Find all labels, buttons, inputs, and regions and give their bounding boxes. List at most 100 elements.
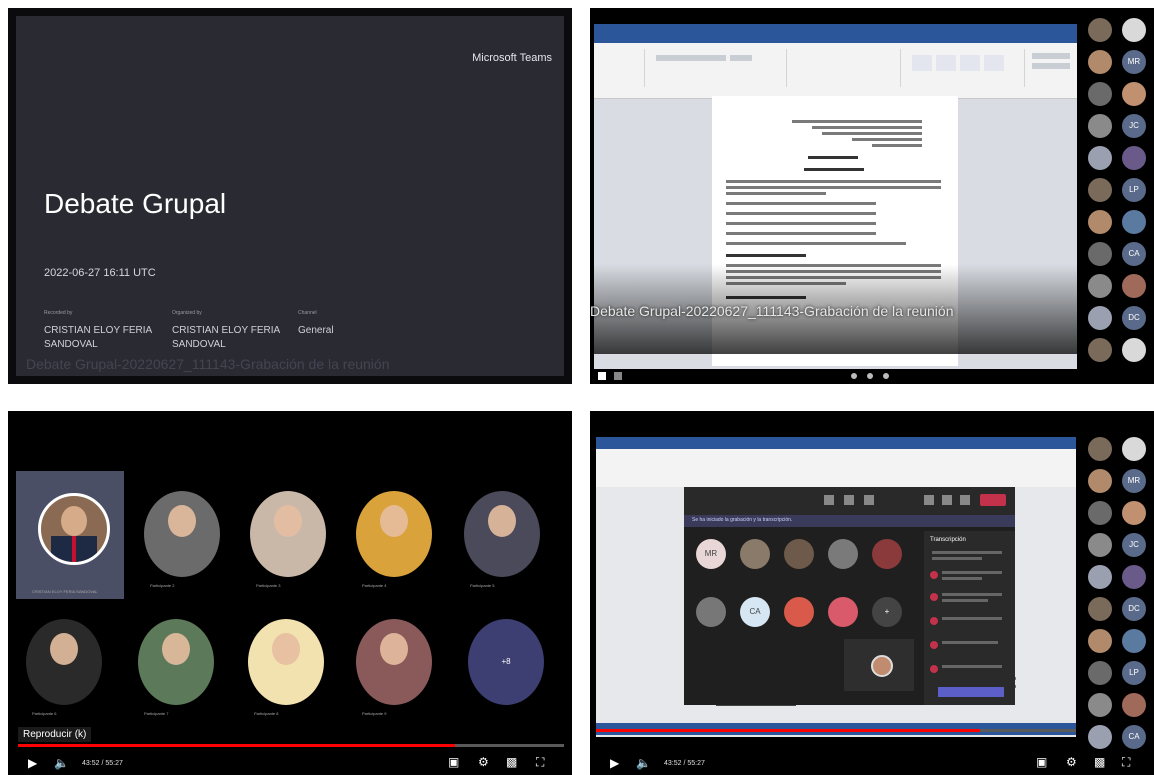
gallery-participant[interactable] — [1088, 146, 1112, 170]
participants-grid-panel: CRISTIAN ELOY FERIA SANDOVAL Participant… — [8, 411, 572, 775]
gallery-participant[interactable]: MR — [1122, 469, 1146, 493]
gallery-participant[interactable] — [1088, 661, 1112, 685]
gallery-participant[interactable] — [1122, 146, 1146, 170]
gallery-participant[interactable] — [1088, 597, 1112, 621]
gallery-participant[interactable]: LP — [1122, 661, 1146, 685]
progress-fill — [596, 729, 980, 732]
transcript-action-button[interactable] — [938, 687, 1004, 697]
gallery-participant[interactable] — [1088, 18, 1112, 42]
teams-participant-tile[interactable]: CA — [740, 597, 770, 627]
column-value: CRISTIAN ELOY FERIA SANDOVAL — [44, 325, 152, 350]
replace-button[interactable] — [1032, 63, 1070, 69]
teams-participant-tile[interactable] — [784, 597, 814, 627]
participant-avatar[interactable] — [144, 491, 220, 577]
gallery-participant[interactable]: DC — [1122, 597, 1146, 621]
gallery-participant[interactable] — [1122, 210, 1146, 234]
teams-title-card: Microsoft Teams Debate Grupal 2022-06-27… — [16, 16, 564, 376]
player-controls: ▶ 🔈 43:52 / 55:27 ▣ ⚙ ▩ ⛶ — [8, 749, 572, 775]
gallery-participant[interactable] — [1088, 114, 1112, 138]
speaker-name: CRISTIAN ELOY FERIA SANDOVAL — [32, 589, 98, 594]
gallery-participant[interactable]: JC — [1122, 533, 1146, 557]
gallery-participant[interactable] — [1122, 18, 1146, 42]
gallery-participant[interactable]: MR — [1122, 50, 1146, 74]
participant-avatar[interactable] — [356, 619, 432, 705]
gallery-participant[interactable] — [1088, 565, 1112, 589]
gallery-participant[interactable]: JC — [1122, 114, 1146, 138]
gallery-participant[interactable] — [1088, 501, 1112, 525]
gallery-participant[interactable] — [1088, 82, 1112, 106]
teams-participant-tile[interactable]: MR — [696, 539, 726, 569]
gallery-participant[interactable] — [1088, 437, 1112, 461]
settings-icon[interactable]: ⚙ — [1066, 755, 1077, 769]
gallery-participant[interactable] — [1122, 565, 1146, 589]
gallery-participant[interactable] — [1088, 469, 1112, 493]
gallery-participant[interactable] — [1122, 501, 1146, 525]
gallery-participant[interactable] — [1088, 274, 1112, 298]
participant-avatar[interactable] — [250, 491, 326, 577]
play-icon[interactable]: ▶ — [610, 756, 619, 770]
teams-participant-tile[interactable] — [740, 539, 770, 569]
miniplayer-icon[interactable]: ▩ — [506, 755, 517, 769]
participant-avatar[interactable] — [356, 491, 432, 577]
mic-icon — [851, 373, 857, 379]
progress-bar[interactable] — [596, 729, 1076, 732]
subtitles-icon[interactable]: ▣ — [448, 755, 459, 769]
gallery-participant[interactable] — [1088, 693, 1112, 717]
gallery-participant[interactable]: CA — [1122, 242, 1146, 266]
gallery-participant[interactable]: CA — [1122, 725, 1146, 749]
style-normal[interactable] — [912, 55, 932, 71]
gallery-participant[interactable] — [1122, 82, 1146, 106]
gallery-participant[interactable] — [1088, 338, 1112, 362]
gallery-participant[interactable] — [1122, 338, 1146, 362]
teams-participant-tile[interactable] — [696, 597, 726, 627]
teams-title-card-panel: Microsoft Teams Debate Grupal 2022-06-27… — [8, 8, 572, 384]
teams-participant-tile[interactable] — [872, 539, 902, 569]
column-value: General — [298, 325, 334, 336]
miniplayer-icon[interactable]: ▩ — [1094, 755, 1105, 769]
participant-avatar[interactable]: +8 — [468, 619, 544, 705]
subtitles-icon[interactable]: ▣ — [1036, 755, 1047, 769]
participant-avatar[interactable] — [248, 619, 324, 705]
gallery-participant[interactable] — [1088, 178, 1112, 202]
font-size-box[interactable] — [730, 55, 752, 61]
participant-avatar[interactable] — [464, 491, 540, 577]
gallery-participant[interactable] — [1088, 629, 1112, 653]
font-name-box[interactable] — [656, 55, 726, 61]
fullscreen-icon[interactable]: ⛶ — [1122, 755, 1130, 770]
gallery-participant[interactable] — [1088, 242, 1112, 266]
settings-icon[interactable]: ⚙ — [478, 755, 489, 769]
gallery-participant[interactable] — [1122, 693, 1146, 717]
gallery-participant[interactable] — [1122, 629, 1146, 653]
gallery-participant[interactable] — [1088, 50, 1112, 74]
gallery-participant[interactable] — [1122, 274, 1146, 298]
teams-participant-tile[interactable] — [828, 597, 858, 627]
gallery-participant[interactable]: LP — [1122, 178, 1146, 202]
fullscreen-icon[interactable]: ⛶ — [536, 755, 544, 770]
gallery-participant[interactable] — [1088, 533, 1112, 557]
participant-gallery: MR JC LP CA DC — [1084, 14, 1150, 374]
participant-avatar[interactable] — [26, 619, 102, 705]
teams-toolbar — [684, 487, 1015, 515]
word-ribbon-tabs[interactable] — [594, 35, 1077, 43]
faded-caption: Debate Grupal-20220627_111143-Grabación … — [26, 356, 390, 372]
gallery-participant[interactable] — [1088, 306, 1112, 330]
self-view-tile[interactable] — [844, 639, 914, 691]
active-speaker-tile[interactable]: CRISTIAN ELOY FERIA SANDOVAL — [16, 471, 124, 599]
gallery-participant[interactable]: DC — [1122, 306, 1146, 330]
gallery-participant[interactable] — [1088, 210, 1112, 234]
transcript-panel: Transcripción — [924, 531, 1015, 705]
play-icon[interactable]: ▶ — [28, 756, 37, 770]
volume-icon[interactable]: 🔈 — [636, 756, 651, 770]
teams-participant-tile[interactable] — [784, 539, 814, 569]
style-heading1[interactable] — [960, 55, 980, 71]
volume-icon[interactable]: 🔈 — [54, 756, 69, 770]
gallery-participant[interactable] — [1122, 437, 1146, 461]
style-heading2[interactable] — [984, 55, 1004, 71]
style-no-spacing[interactable] — [936, 55, 956, 71]
teams-participant-tile[interactable]: + — [872, 597, 902, 627]
gallery-participant[interactable] — [1088, 725, 1112, 749]
teams-participant-tile[interactable] — [828, 539, 858, 569]
participant-avatar[interactable] — [138, 619, 214, 705]
find-button[interactable] — [1032, 53, 1070, 59]
progress-bar[interactable] — [18, 744, 564, 747]
